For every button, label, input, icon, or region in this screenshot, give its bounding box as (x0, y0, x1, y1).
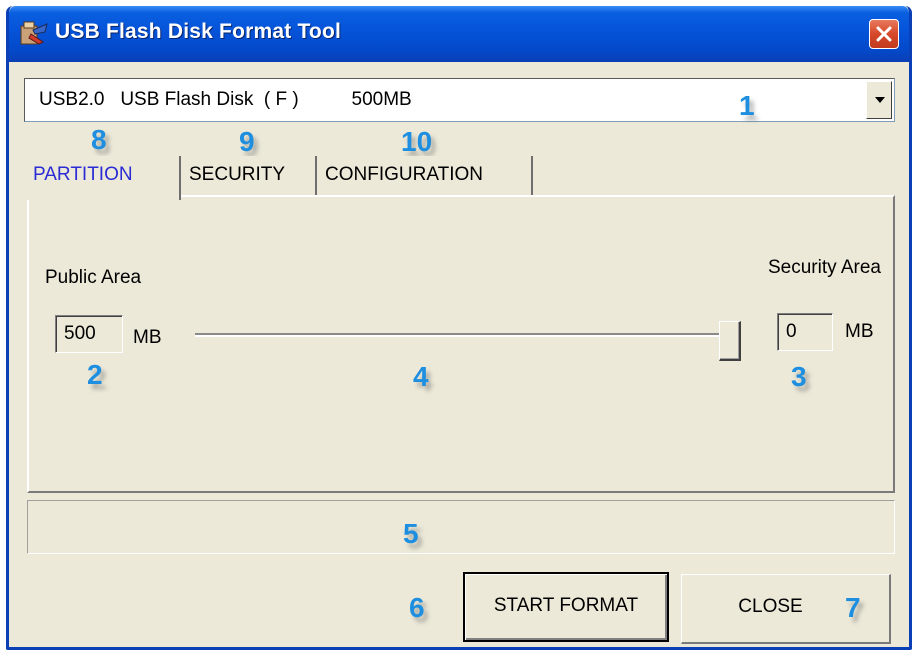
security-area-unit: MB (845, 321, 874, 342)
window-title: USB Flash Disk Format Tool (55, 20, 342, 43)
format-tool-window: USB Flash Disk Format Tool USB2.0 USB Fl… (6, 6, 912, 650)
start-format-label: START FORMAT (493, 595, 639, 616)
callout-5: 5 (403, 518, 419, 549)
tab-security-label: SECURITY (189, 164, 286, 185)
security-area-label: Security Area (768, 257, 881, 278)
callout-7: 7 (845, 592, 861, 623)
chevron-down-icon (875, 97, 885, 103)
device-select[interactable]: USB2.0 USB Flash Disk ( F ) 500MB (24, 78, 895, 122)
callout-2: 2 (87, 359, 103, 390)
security-area-input[interactable]: 0 (777, 313, 833, 351)
tab-configuration[interactable]: CONFIGURATION (319, 156, 533, 196)
usb-tool-icon (19, 20, 49, 46)
callout-6: 6 (409, 592, 425, 623)
status-box (27, 500, 895, 554)
partition-panel: Public Area Security Area 500 MB 0 MB 2 … (27, 195, 895, 493)
start-format-button[interactable]: START FORMAT (463, 572, 669, 642)
title-bar[interactable]: USB Flash Disk Format Tool (9, 6, 909, 62)
public-area-input[interactable]: 500 (55, 315, 123, 353)
callout-4: 4 (413, 361, 429, 392)
window-content: USB2.0 USB Flash Disk ( F ) 500MB 1 8 9 … (9, 62, 909, 647)
tab-security[interactable]: SECURITY (183, 156, 317, 196)
device-select-value: USB2.0 USB Flash Disk ( F ) 500MB (39, 89, 412, 110)
tab-partition[interactable]: PARTITION (27, 156, 181, 200)
partition-slider-thumb[interactable] (719, 321, 741, 361)
callout-8: 8 (91, 124, 107, 155)
device-dropdown-button[interactable] (866, 81, 892, 119)
tab-partition-label: PARTITION (33, 164, 133, 185)
callout-3: 3 (791, 361, 807, 392)
callout-10: 10 (401, 126, 433, 157)
callout-9: 9 (239, 126, 255, 157)
tab-configuration-label: CONFIGURATION (325, 164, 483, 185)
public-area-label: Public Area (45, 267, 142, 288)
callout-1: 1 (739, 90, 755, 121)
public-area-unit: MB (133, 327, 162, 348)
partition-slider[interactable] (195, 333, 741, 337)
close-icon (876, 26, 892, 42)
window-close-button[interactable] (869, 19, 899, 49)
